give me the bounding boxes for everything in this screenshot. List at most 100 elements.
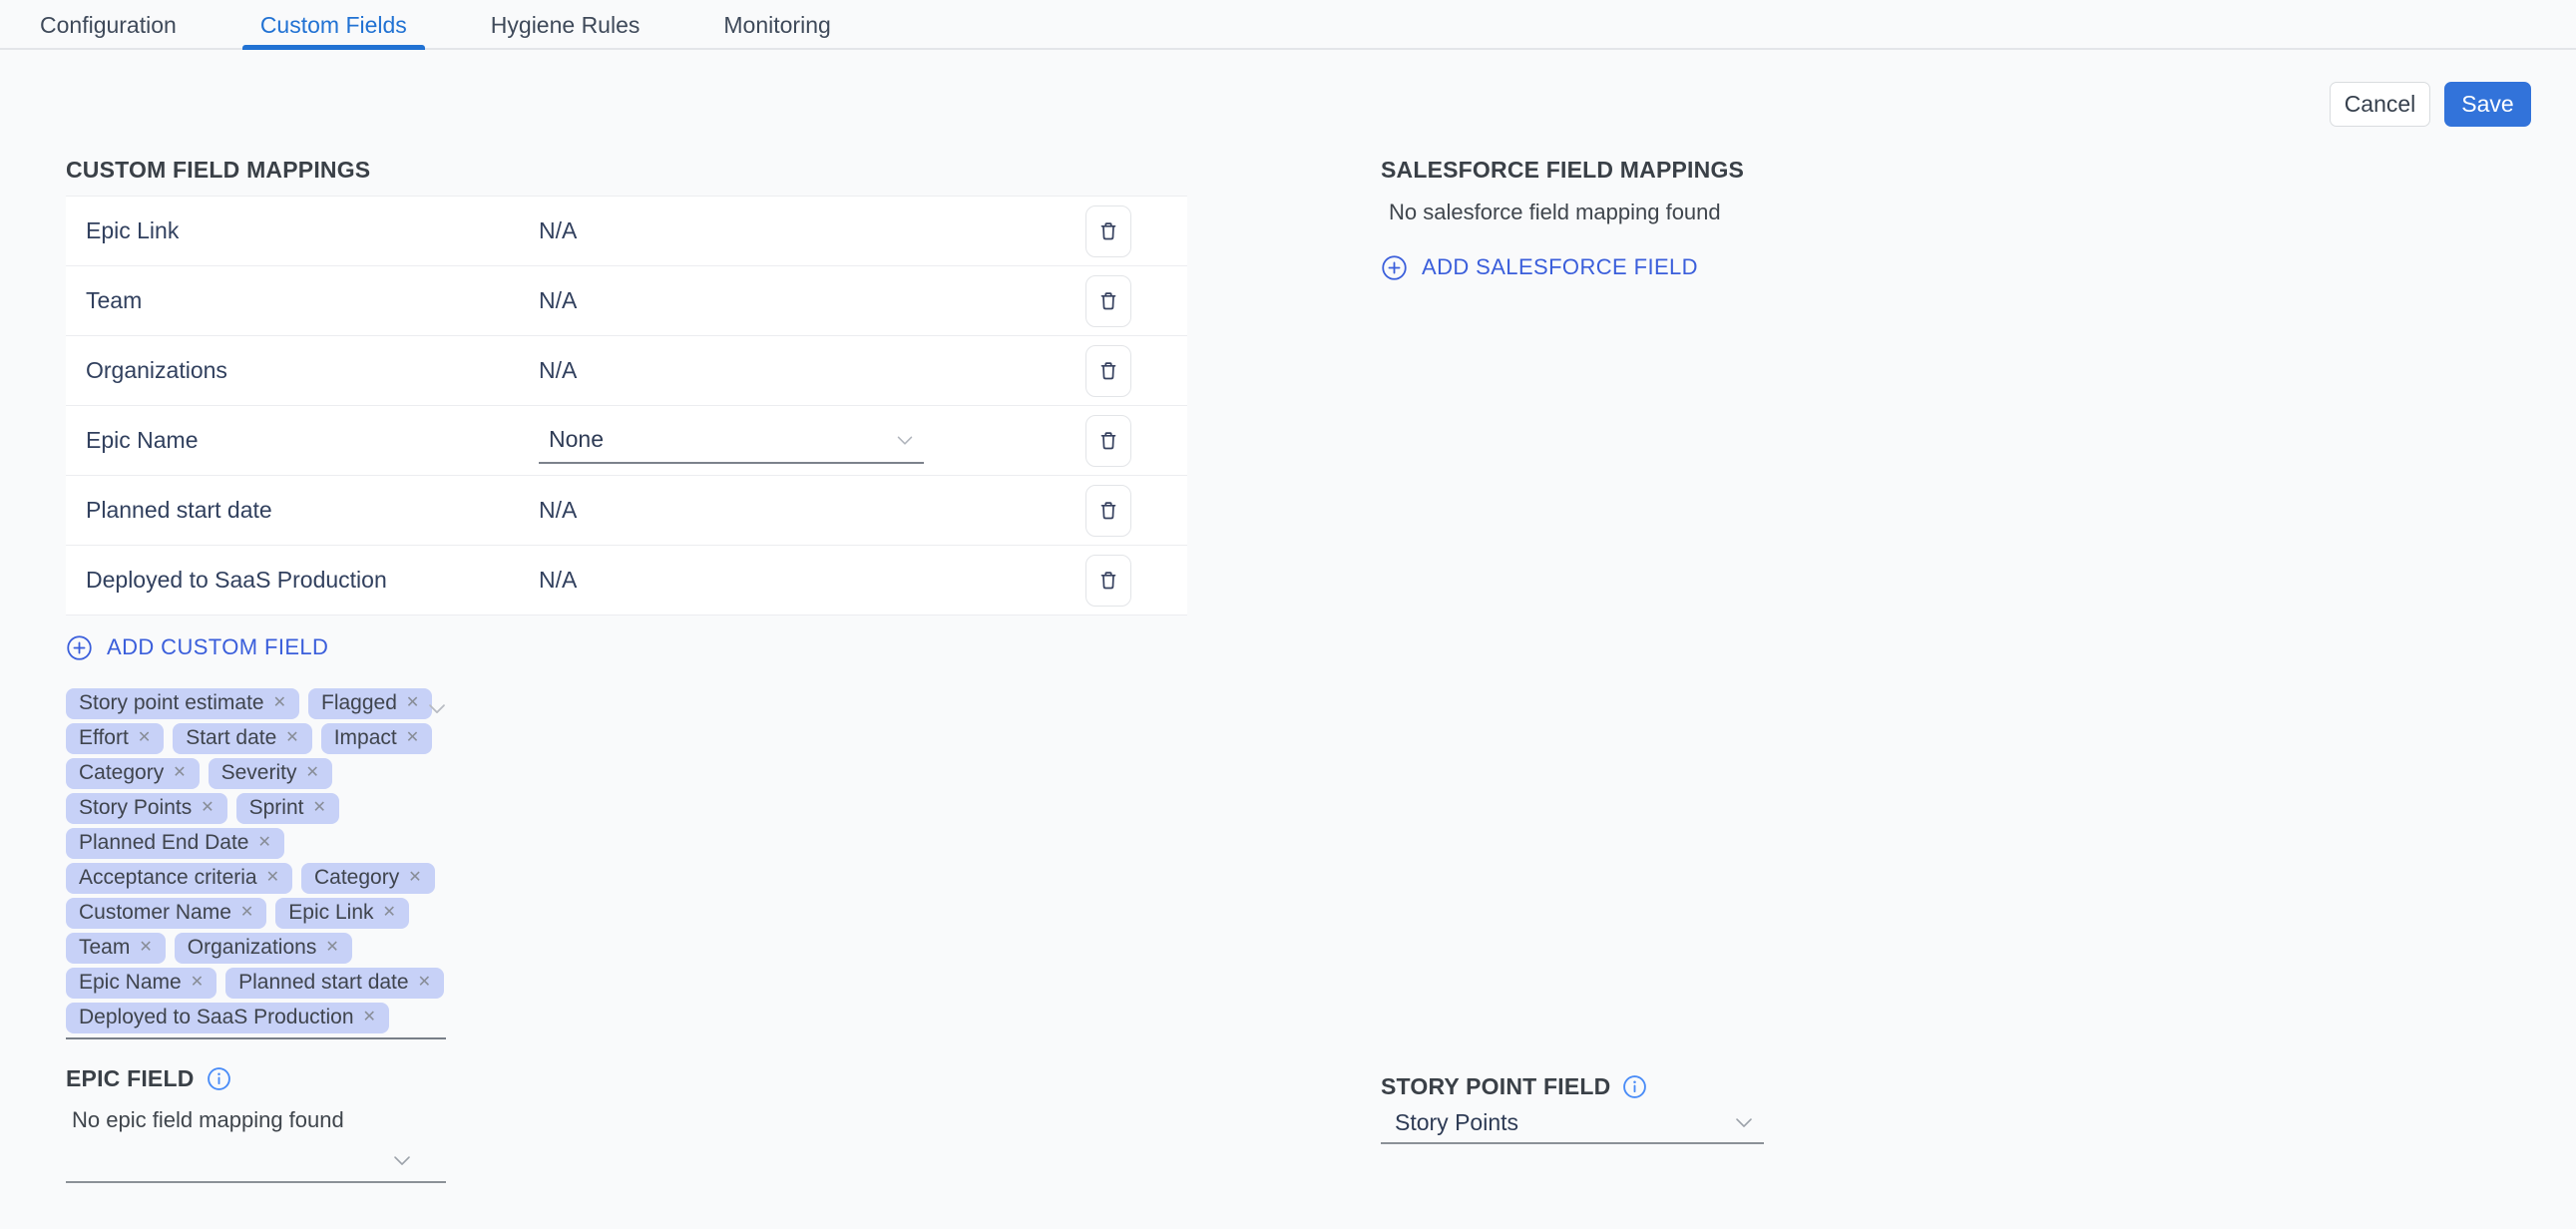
add-custom-field-label: ADD CUSTOM FIELD xyxy=(107,634,328,660)
salesforce-field-mappings-title: SALESFORCE FIELD MAPPINGS xyxy=(1381,156,2139,184)
field-chip: Team ✕ xyxy=(66,933,166,964)
table-row: TeamN/A xyxy=(66,265,1187,335)
chip-label: Start date xyxy=(186,726,276,750)
field-chip: Effort ✕ xyxy=(66,723,164,754)
salesforce-field-mappings-section: SALESFORCE FIELD MAPPINGS No salesforce … xyxy=(1381,156,2139,286)
field-chip: Story point estimate✕ xyxy=(66,688,299,719)
field-chip: Acceptance criteria ✕ xyxy=(66,863,292,894)
field-chip: Start date ✕ xyxy=(173,723,311,754)
chip-remove-icon[interactable]: ✕ xyxy=(363,1010,376,1025)
field-chip: Severity ✕ xyxy=(209,758,332,789)
story-point-field-section: STORY POINT FIELD Story Points xyxy=(1381,1072,1764,1144)
tab-monitoring[interactable]: Monitoring xyxy=(705,0,848,50)
chip-label: Planned start date xyxy=(238,971,408,995)
field-value: None xyxy=(539,426,604,453)
delete-field-button[interactable] xyxy=(1085,555,1131,607)
field-value-select[interactable]: None xyxy=(539,418,924,464)
field-chip: Planned start date ✕ xyxy=(225,968,444,999)
chip-remove-icon[interactable]: ✕ xyxy=(418,975,431,991)
trash-icon xyxy=(1096,219,1120,243)
cancel-button[interactable]: Cancel xyxy=(2330,82,2430,127)
delete-field-button[interactable] xyxy=(1085,415,1131,467)
action-buttons: Cancel Save xyxy=(2330,82,2531,127)
chip-remove-icon[interactable]: ✕ xyxy=(240,905,253,921)
table-row: Planned start dateN/A xyxy=(66,475,1187,545)
chip-remove-icon[interactable]: ✕ xyxy=(139,940,152,956)
chip-label: Impact xyxy=(334,726,397,750)
chip-remove-icon[interactable]: ✕ xyxy=(285,730,298,746)
field-value: N/A xyxy=(539,287,1085,314)
field-chip: Story Points✕ xyxy=(66,793,227,824)
table-row: Epic NameNone xyxy=(66,405,1187,475)
salesforce-empty-text: No salesforce field mapping found xyxy=(1381,200,2139,225)
chip-remove-icon[interactable]: ✕ xyxy=(325,940,338,956)
chip-remove-icon[interactable]: ✕ xyxy=(191,975,204,991)
field-chip-list: Story point estimate✕Flagged✕Effort✕Star… xyxy=(66,688,485,1033)
chip-remove-icon[interactable]: ✕ xyxy=(266,870,279,886)
add-salesforce-field-button[interactable]: ADD SALESFORCE FIELD xyxy=(1381,251,1698,283)
field-value-cell: None xyxy=(539,418,1085,464)
info-icon[interactable] xyxy=(207,1066,231,1091)
chip-label: Deployed to SaaS Production xyxy=(79,1006,354,1029)
custom-field-mappings-table: Epic LinkN/ATeamN/AOrganizationsN/AEpic … xyxy=(66,196,1187,615)
chevron-down-icon xyxy=(892,427,918,453)
chip-remove-icon[interactable]: ✕ xyxy=(201,800,214,816)
chip-remove-icon[interactable]: ✕ xyxy=(312,800,325,816)
field-label: Deployed to SaaS Production xyxy=(86,567,539,594)
epic-field-section: EPIC FIELD No epic field mapping found xyxy=(66,1065,1187,1183)
chip-remove-icon[interactable]: ✕ xyxy=(138,730,151,746)
chip-remove-icon[interactable]: ✕ xyxy=(406,730,419,746)
field-chip: Organizations ✕ xyxy=(175,933,352,964)
field-label: Epic Link xyxy=(86,217,539,244)
plus-circle-icon xyxy=(66,634,93,661)
chip-label: Acceptance criteria xyxy=(79,866,257,890)
delete-field-button[interactable] xyxy=(1085,485,1131,537)
chip-label: Flagged xyxy=(321,691,397,715)
save-button[interactable]: Save xyxy=(2444,82,2531,127)
field-label: Planned start date xyxy=(86,497,539,524)
chip-remove-icon[interactable]: ✕ xyxy=(406,695,419,711)
chevron-down-icon[interactable] xyxy=(423,694,451,725)
chip-label: Sprint xyxy=(249,796,304,820)
add-salesforce-field-label: ADD SALESFORCE FIELD xyxy=(1422,254,1698,280)
chip-label: Team xyxy=(79,936,130,960)
tab-configuration[interactable]: Configuration xyxy=(22,0,195,50)
chip-label: Effort xyxy=(79,726,129,750)
delete-field-button[interactable] xyxy=(1085,345,1131,397)
table-row: OrganizationsN/A xyxy=(66,335,1187,405)
chip-remove-icon[interactable]: ✕ xyxy=(383,905,396,921)
field-value: N/A xyxy=(539,217,1085,244)
chip-remove-icon[interactable]: ✕ xyxy=(173,765,186,781)
chip-remove-icon[interactable]: ✕ xyxy=(305,765,318,781)
field-chip: Epic Link ✕ xyxy=(275,898,409,929)
delete-field-button[interactable] xyxy=(1085,205,1131,257)
field-chip: Flagged ✕ xyxy=(308,688,432,719)
field-value: N/A xyxy=(539,567,1085,594)
story-point-field-select[interactable]: Story Points xyxy=(1381,1102,1764,1144)
chip-label: Organizations xyxy=(188,936,317,960)
chip-remove-icon[interactable]: ✕ xyxy=(257,835,270,851)
epic-field-select[interactable] xyxy=(66,1139,446,1183)
tab-custom-fields[interactable]: Custom Fields xyxy=(242,0,425,50)
field-value: N/A xyxy=(539,497,1085,524)
tab-hygiene-rules[interactable]: Hygiene Rules xyxy=(473,0,658,50)
trash-icon xyxy=(1096,569,1120,593)
multiselect-underline xyxy=(66,1037,446,1039)
story-point-field-title: STORY POINT FIELD xyxy=(1381,1072,1610,1100)
add-custom-field-button[interactable]: ADD CUSTOM FIELD xyxy=(66,631,328,663)
plus-circle-icon xyxy=(1381,254,1408,281)
trash-icon xyxy=(1096,429,1120,453)
info-icon[interactable] xyxy=(1622,1074,1647,1099)
chip-label: Severity xyxy=(221,761,297,785)
field-chip: Sprint ✕ xyxy=(236,793,339,824)
chip-remove-icon[interactable]: ✕ xyxy=(273,695,286,711)
table-row: Deployed to SaaS ProductionN/A xyxy=(66,545,1187,614)
chip-remove-icon[interactable]: ✕ xyxy=(408,870,421,886)
chip-label: Epic Link xyxy=(288,901,373,925)
delete-field-button[interactable] xyxy=(1085,275,1131,327)
field-label: Team xyxy=(86,287,539,314)
custom-field-mappings-title: CUSTOM FIELD MAPPINGS xyxy=(66,156,1187,184)
field-chip: Impact ✕ xyxy=(321,723,432,754)
field-chip: Epic Name✕ xyxy=(66,968,216,999)
custom-field-mappings-section: CUSTOM FIELD MAPPINGS Epic LinkN/ATeamN/… xyxy=(66,156,1187,1183)
